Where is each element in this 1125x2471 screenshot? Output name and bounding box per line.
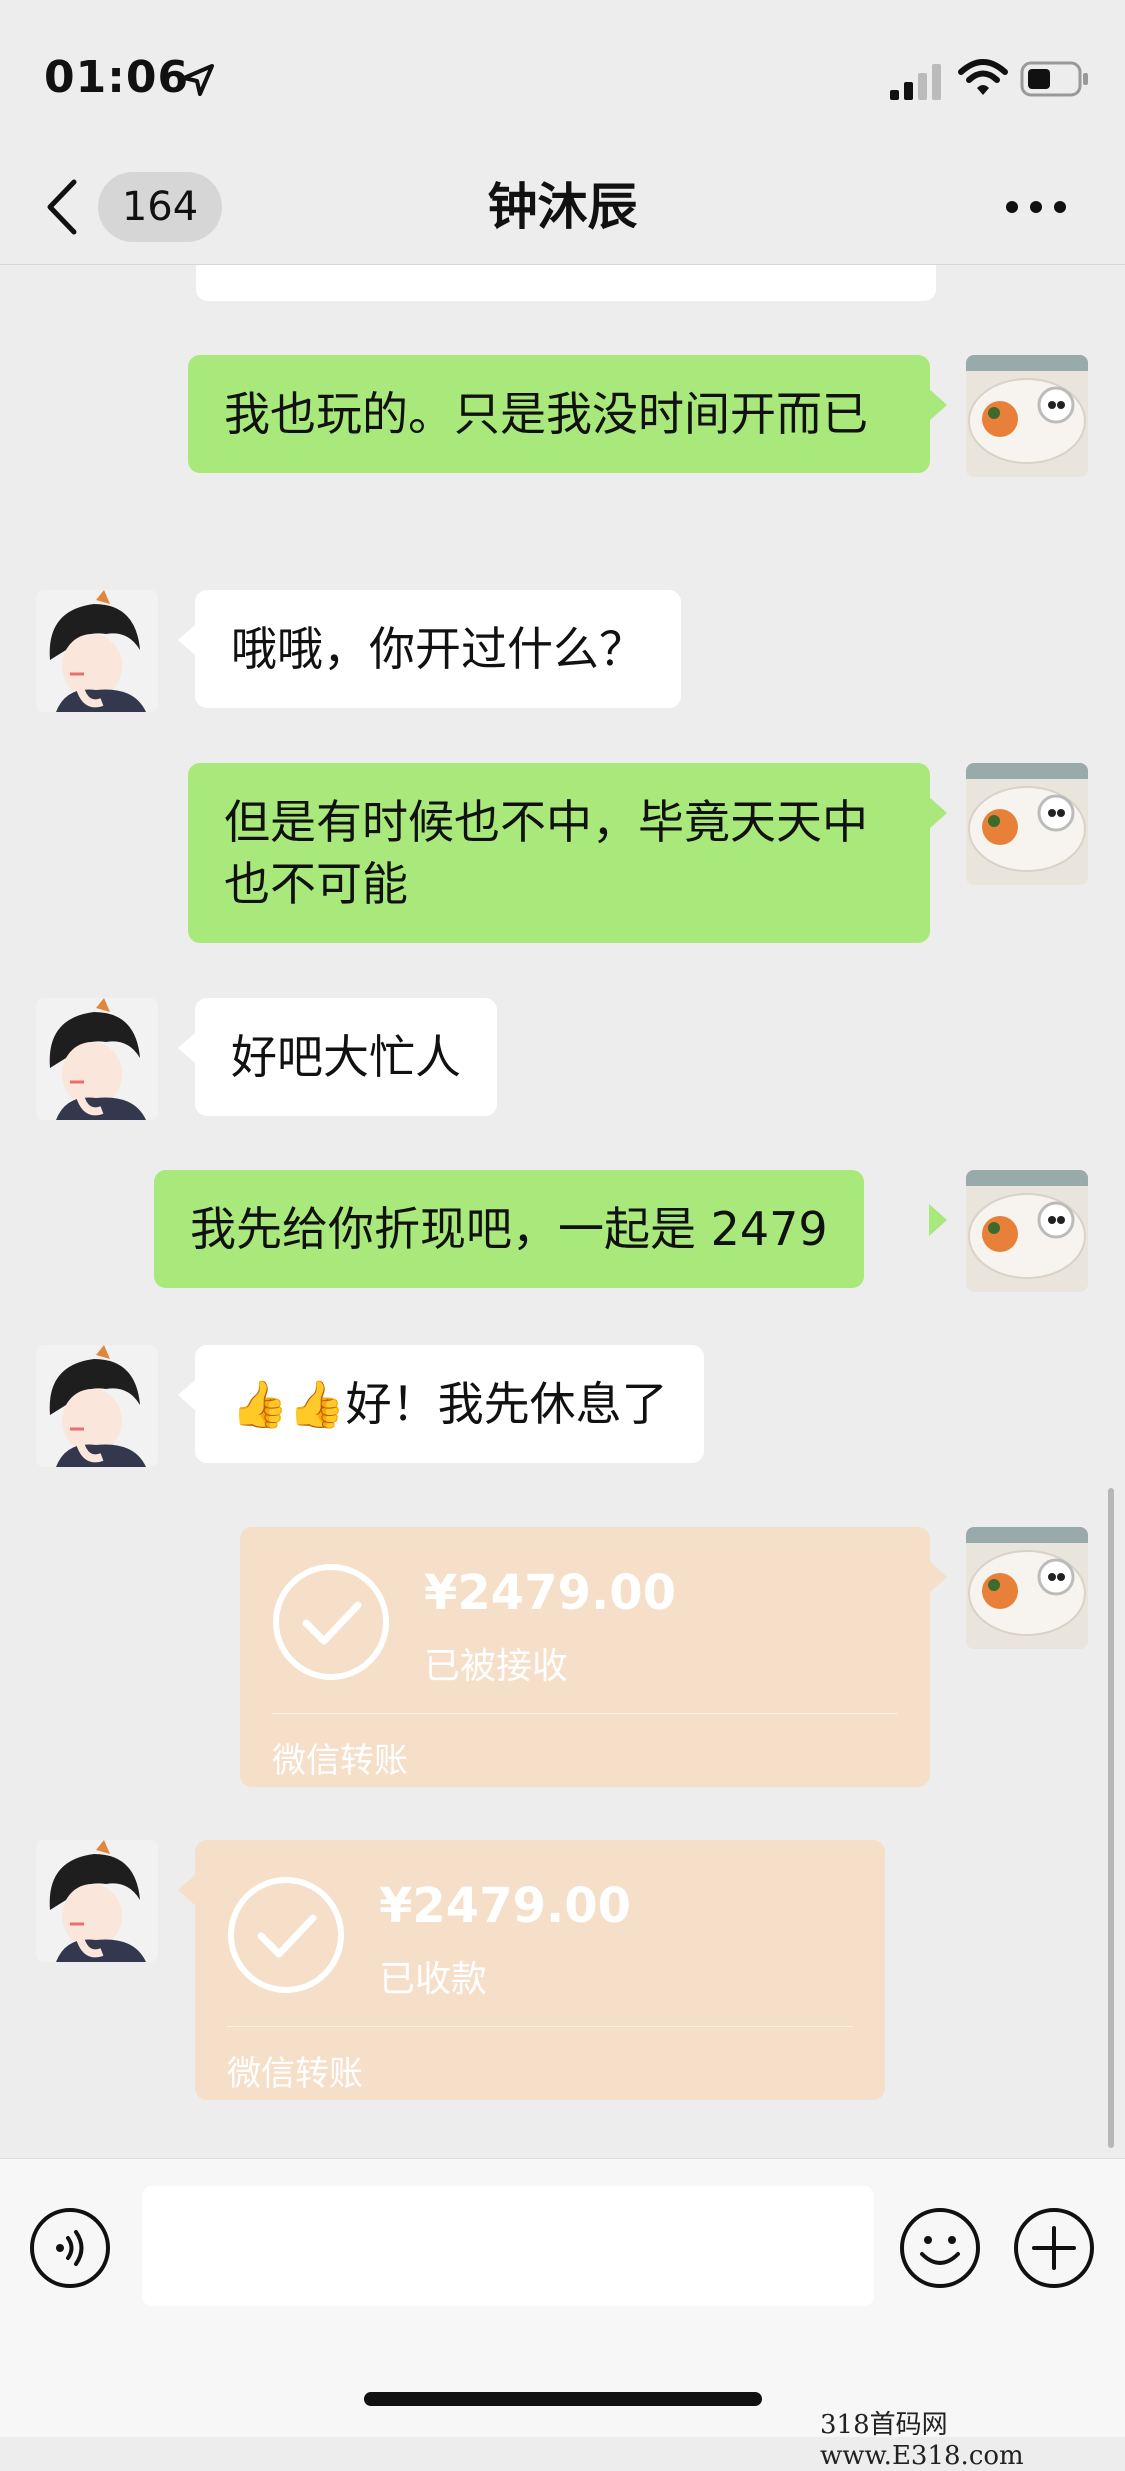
- transfer-status: 已被接收: [424, 1646, 569, 1687]
- sent-message-bubble[interactable]: 但是有时候也不中，毕竟天天中也不可能: [188, 763, 930, 943]
- check-circle-icon: [273, 1564, 389, 1680]
- my-avatar[interactable]: [966, 1170, 1088, 1292]
- transfer-status: 已收款: [379, 1959, 488, 2000]
- message-list[interactable]: 我也玩的。只是我没时间开而已 哦哦，你开过什么？ 但是有时候也不中，毕竟天天中也…: [0, 265, 1125, 2155]
- watermark-text: 318首码网 www.E318.com: [820, 2410, 1024, 2471]
- bubble-tail: [178, 1379, 196, 1411]
- contact-avatar[interactable]: [36, 1840, 158, 1962]
- message-text: 我先给你折现吧，一起是 2479: [190, 1202, 828, 1256]
- transfer-amount: ¥2479.00: [379, 1878, 632, 1934]
- received-message-bubble[interactable]: 哦哦，你开过什么？: [195, 590, 681, 708]
- more-options-icon[interactable]: [1004, 190, 1068, 224]
- clipped-message-bubble: [196, 265, 936, 301]
- my-avatar[interactable]: [966, 1527, 1088, 1649]
- transfer-source-label: 微信转账: [272, 1741, 408, 1781]
- check-circle-icon: [228, 1877, 344, 1993]
- chat-header: 164 钟沐辰: [0, 150, 1125, 265]
- bubble-tail: [929, 389, 947, 421]
- transfer-card[interactable]: ¥2479.00 已收款 微信转账: [195, 1840, 885, 2100]
- status-time: 01:06: [44, 52, 190, 103]
- bubble-tail: [178, 624, 196, 656]
- voice-input-icon[interactable]: [28, 2206, 112, 2290]
- message-text: 我也玩的。只是我没时间开而已: [224, 387, 868, 441]
- battery-icon: [1020, 61, 1088, 97]
- message-text: 好吧大忙人: [231, 1030, 461, 1084]
- message-text: 好！我先休息了: [345, 1377, 668, 1431]
- divider: [227, 2026, 853, 2027]
- location-arrow-icon: [182, 64, 214, 96]
- contact-avatar[interactable]: [36, 590, 158, 712]
- contact-avatar[interactable]: [36, 1345, 158, 1467]
- emoji-icon[interactable]: [898, 2206, 982, 2290]
- received-message-bubble[interactable]: 👍👍好！我先休息了: [195, 1345, 704, 1463]
- scrollbar[interactable]: [1108, 1488, 1114, 2148]
- contact-avatar[interactable]: [36, 998, 158, 1120]
- message-text: 哦哦，你开过什么？: [231, 622, 645, 676]
- transfer-source-label: 微信转账: [227, 2054, 363, 2094]
- received-message-bubble[interactable]: 好吧大忙人: [195, 998, 497, 1116]
- my-avatar[interactable]: [966, 355, 1088, 477]
- sent-message-bubble[interactable]: 我也玩的。只是我没时间开而已: [188, 355, 930, 473]
- bubble-tail: [178, 1874, 196, 1906]
- sent-message-bubble[interactable]: 我先给你折现吧，一起是 2479: [154, 1170, 864, 1288]
- divider: [272, 1713, 898, 1714]
- transfer-card[interactable]: ¥2479.00 已被接收 微信转账: [240, 1527, 930, 1787]
- transfer-amount: ¥2479.00: [424, 1565, 677, 1621]
- wifi-icon: [958, 59, 1008, 95]
- my-avatar[interactable]: [966, 763, 1088, 885]
- bubble-tail: [929, 1204, 947, 1236]
- thumbs-up-emoji: 👍👍: [231, 1377, 346, 1431]
- home-indicator[interactable]: [364, 2392, 762, 2406]
- message-input[interactable]: [142, 2186, 874, 2306]
- status-bar: 01:06: [0, 0, 1125, 150]
- plus-icon[interactable]: [1012, 2206, 1096, 2290]
- bubble-tail: [929, 1561, 947, 1593]
- message-text: 但是有时候也不中，毕竟天天中也不可能: [224, 795, 868, 911]
- chat-title: 钟沐辰: [487, 178, 638, 236]
- bubble-tail: [929, 797, 947, 829]
- cellular-signal-icon: [890, 64, 941, 100]
- bubble-tail: [178, 1032, 196, 1064]
